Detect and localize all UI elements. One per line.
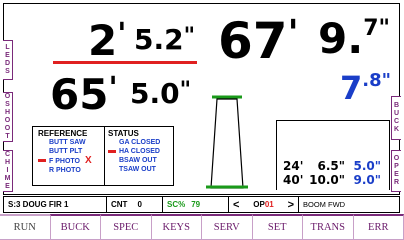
ref-f-photo-row: F PHOTO X	[38, 156, 92, 166]
tab-oper[interactable]: OPER	[391, 150, 401, 192]
menu-err[interactable]: ERR	[352, 214, 404, 240]
status-bar: S:3 DOUG FIR 1 CNT 0 SC% 79 < OP01 > BOOM …	[3, 196, 400, 213]
status-ha-closed: HA CLOSED	[119, 148, 160, 155]
menu-set[interactable]: SET	[251, 214, 303, 240]
status-bsaw-out: BSAW OUT	[119, 157, 157, 164]
cut-row: 24' 6.5" 5.0"	[283, 159, 381, 173]
reference-status-panel: REFERENCE BUTT SAW BUTT PLT F PHOTO X R …	[32, 126, 174, 186]
tab-oshoot-label: OSHOOT	[4, 93, 11, 140]
species-readout: S:3 DOUG FIR 1	[4, 197, 107, 212]
panel-divider	[104, 127, 105, 185]
menu-run[interactable]: RUN	[0, 214, 51, 240]
tab-oshoot[interactable]: OSHOOT	[3, 92, 13, 142]
tab-chime[interactable]: CHIME	[3, 150, 13, 192]
status-title: STATUS	[108, 129, 139, 138]
top-inches: 5.2"	[134, 23, 196, 56]
log-graphic-icon	[206, 95, 248, 189]
log-length: 67'	[218, 12, 299, 70]
status-ga-closed: GA CLOSED	[119, 139, 161, 146]
diameter-small: 7.8"	[340, 69, 392, 107]
menu-spec[interactable]: SPEC	[100, 214, 152, 240]
menu-trans[interactable]: TRANS	[302, 214, 354, 240]
tab-oper-label: OPER	[393, 155, 400, 186]
cut-row: 40' 10.0" 9.0"	[283, 173, 381, 187]
menu-keys[interactable]: KEYS	[150, 214, 202, 240]
tab-leds-label: LEDS	[4, 44, 11, 75]
cut-list-box: 24' 6.5" 5.0" 40' 10.0" 9.0"	[276, 120, 390, 190]
target-line	[53, 61, 197, 64]
tab-leds[interactable]: LEDS	[3, 40, 13, 80]
ref-r-photo: R PHOTO	[49, 167, 81, 174]
tab-buck[interactable]: BUCK	[391, 96, 401, 140]
status-tsaw-out: TSAW OUT	[119, 166, 156, 173]
top-feet: 2'	[88, 16, 127, 65]
cut-list: 24' 6.5" 5.0" 40' 10.0" 9.0"	[283, 159, 381, 187]
bottom-menu: RUN BUCK SPEC KEYS SERV SET TRANS ERR	[0, 214, 404, 240]
active-indicator	[38, 159, 46, 162]
ref-x-mark: X	[84, 155, 92, 166]
status-ha-row: HA CLOSED	[108, 147, 160, 156]
tab-chime-label: CHIME	[4, 151, 11, 190]
menu-serv[interactable]: SERV	[201, 214, 253, 240]
bottom-feet: 65'	[50, 70, 118, 119]
menu-buck[interactable]: BUCK	[49, 214, 101, 240]
ref-butt-saw: BUTT SAW	[49, 139, 86, 146]
next-operator-button[interactable]: >	[288, 199, 294, 211]
operator-selector: < OP01 >	[229, 197, 299, 212]
diameter-large: 9.7"	[318, 14, 390, 63]
prev-operator-button[interactable]: <	[233, 199, 239, 211]
tab-buck-label: BUCK	[393, 102, 400, 133]
count-readout: CNT 0	[107, 197, 163, 212]
status-column: STATUS GA CLOSED HA CLOSED BSAW OUT TSAW…	[108, 129, 160, 174]
scale-percent: SC% 79	[163, 197, 229, 212]
reference-title: REFERENCE	[38, 129, 88, 138]
ref-f-photo: F PHOTO	[49, 158, 80, 165]
reference-column: REFERENCE BUTT SAW BUTT PLT F PHOTO X R …	[38, 129, 92, 175]
bottom-inches: 5.0"	[130, 77, 192, 110]
status-indicator	[108, 150, 116, 153]
ref-butt-plt: BUTT PLT	[49, 148, 83, 155]
boom-status: BOOM FWD	[303, 200, 346, 209]
log-body	[210, 98, 244, 189]
